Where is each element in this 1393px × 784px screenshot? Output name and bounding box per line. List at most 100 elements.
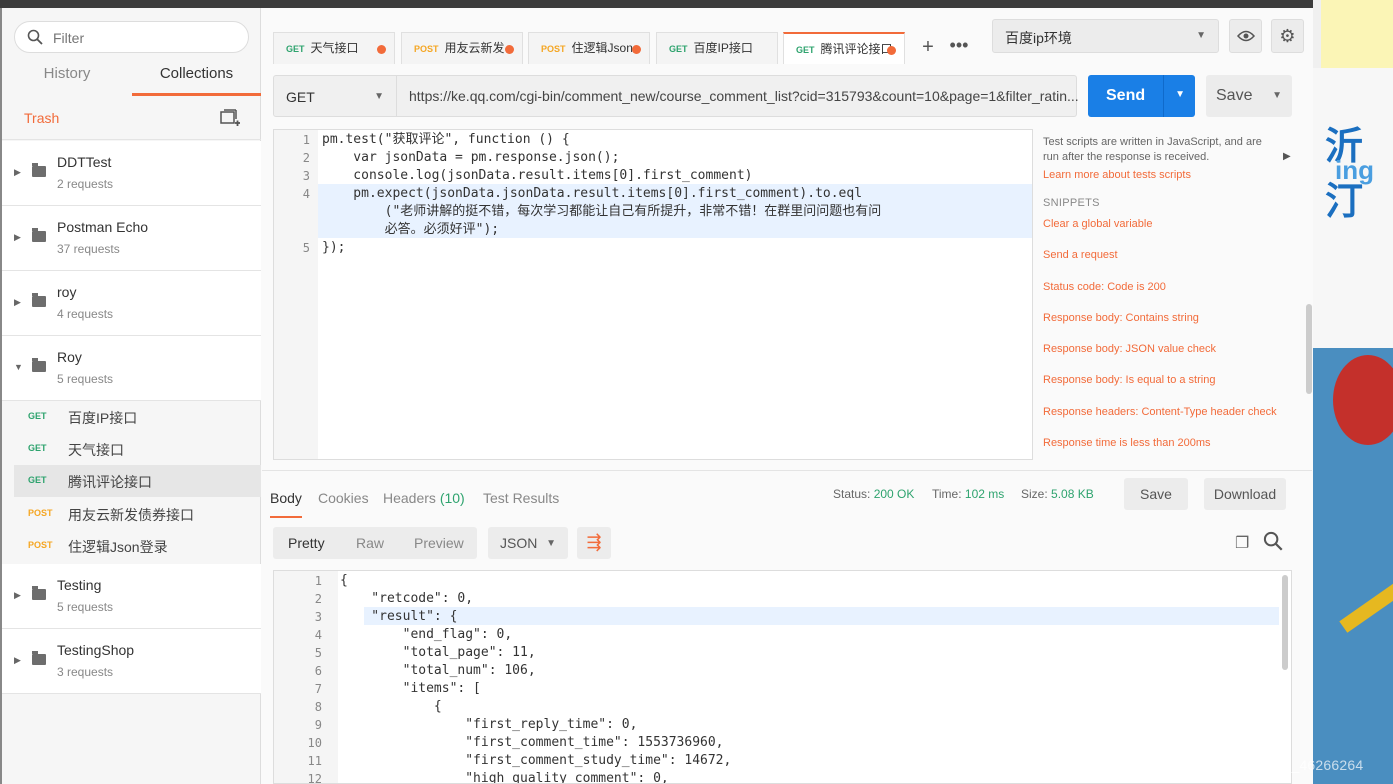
method-badge: GET xyxy=(796,45,815,55)
response-body[interactable]: 1{ 2 "retcode": 0, 3 "result": { 4 "end_… xyxy=(273,570,1292,784)
collection-ddttest[interactable]: ▶ DDTTest 2 requests xyxy=(2,141,261,206)
collection-postman-echo[interactable]: ▶ Postman Echo 37 requests xyxy=(2,206,261,271)
tab-collections[interactable]: Collections xyxy=(132,60,261,96)
snippet-item[interactable]: Response headers: Content-Type header ch… xyxy=(1043,397,1293,428)
tab-weather[interactable]: GET 天气接口 xyxy=(273,32,395,64)
request-item[interactable]: POST 住逻辑Json登录 xyxy=(14,530,261,562)
learn-more-link[interactable]: Learn more about tests scripts xyxy=(1043,169,1293,181)
tab-baidu-ip[interactable]: GET 百度IP接口 xyxy=(656,32,778,64)
request-tabs: GET 天气接口 POST 用友云新发 POST 住逻辑Json GET 百度IP接口 … xyxy=(262,8,982,68)
scrollbar-thumb[interactable] xyxy=(1306,304,1312,394)
url-input[interactable]: https://ke.qq.com/cgi-bin/comment_new/co… xyxy=(397,75,1079,117)
folder-icon xyxy=(32,586,46,600)
status-value: 200 OK xyxy=(873,487,915,501)
line-text: }); xyxy=(322,240,346,255)
line-text: "total_page": 11, xyxy=(340,645,536,660)
wrap-lines-icon[interactable]: ⇶ xyxy=(577,527,611,559)
tests-editor[interactable]: 1 pm.test("获取评论", function () { 2 var jso… xyxy=(273,129,1033,460)
collection-name: DDTTest xyxy=(57,154,112,170)
scrollbar[interactable] xyxy=(1305,129,1313,469)
request-item[interactable]: POST 用友云新发债券接口 xyxy=(14,498,261,530)
tab-body[interactable]: Body xyxy=(270,490,302,518)
chevron-right-icon[interactable]: ▶ xyxy=(14,232,21,243)
chevron-down-icon[interactable]: ▼ xyxy=(14,362,23,372)
tab-history[interactable]: History xyxy=(2,60,132,96)
collection-roy-lower[interactable]: ▶ roy 4 requests xyxy=(2,271,261,336)
background-photo: 沂汀 ing xyxy=(1313,0,1393,784)
tab-yonyou[interactable]: POST 用友云新发 xyxy=(401,32,523,64)
send-button[interactable]: Send ▼ xyxy=(1088,75,1195,117)
collection-roy[interactable]: ▼ Roy 5 requests xyxy=(2,336,261,401)
tab-label: 住逻辑Json xyxy=(571,41,633,55)
sidebar-tabs: History Collections xyxy=(2,60,261,96)
copy-icon[interactable]: ❐ xyxy=(1235,533,1249,553)
tab-json-login[interactable]: POST 住逻辑Json xyxy=(528,32,650,64)
mode-preview[interactable]: Preview xyxy=(414,535,464,551)
snippet-item[interactable]: Response body: JSON value check xyxy=(1043,334,1293,365)
line-text: var jsonData = pm.response.json(); xyxy=(322,150,620,165)
snippet-item[interactable]: Response time is less than 200ms xyxy=(1043,428,1293,459)
line-number: 4 xyxy=(314,628,322,642)
collection-count: 37 requests xyxy=(57,242,120,256)
chevron-right-icon[interactable]: ▶ xyxy=(14,655,21,666)
snippet-item[interactable]: Status code: Code is 200 xyxy=(1043,272,1293,303)
download-button[interactable]: Download xyxy=(1204,478,1286,510)
json-line: 5 "total_page": 11, xyxy=(274,644,1291,662)
method-badge: POST xyxy=(541,44,566,54)
json-line: 1{ xyxy=(274,572,1291,590)
collapse-snippets-icon[interactable]: ▶ xyxy=(1283,151,1291,162)
chevron-right-icon[interactable]: ▶ xyxy=(14,590,21,601)
scrollbar-thumb[interactable] xyxy=(1282,575,1288,670)
tab-test-results[interactable]: Test Results xyxy=(483,490,559,506)
line-text: "result": { xyxy=(340,609,458,624)
collection-count: 5 requests xyxy=(57,600,114,614)
trash-row[interactable]: Trash xyxy=(2,100,261,140)
new-tab-button[interactable]: + xyxy=(914,34,942,62)
method-select[interactable]: GET ▼ xyxy=(273,75,397,117)
response-scrollbar[interactable] xyxy=(1282,575,1289,775)
more-tabs-button[interactable]: ••• xyxy=(944,34,974,62)
collection-testing[interactable]: ▶ Testing 5 requests xyxy=(2,564,261,629)
filter-box[interactable] xyxy=(14,21,249,53)
mode-pretty[interactable]: Pretty xyxy=(288,535,325,551)
send-label: Send xyxy=(1106,87,1146,104)
snippet-item[interactable]: Response body: Contains string xyxy=(1043,303,1293,334)
line-number: 2 xyxy=(302,151,310,165)
chevron-right-icon[interactable]: ▶ xyxy=(14,297,21,308)
format-select[interactable]: JSON ▼ xyxy=(488,527,568,559)
eye-icon[interactable] xyxy=(1229,19,1262,53)
chevron-right-icon[interactable]: ▶ xyxy=(14,167,21,178)
request-item[interactable]: GET 天气接口 xyxy=(14,433,261,465)
sidebar: History Collections Trash ▶ DDTTest 2 re… xyxy=(2,8,261,784)
tab-headers[interactable]: Headers (10) xyxy=(383,490,465,506)
collection-count: 3 requests xyxy=(57,665,114,679)
tab-tencent-comment[interactable]: GET 腾讯评论接口 xyxy=(783,32,905,64)
snippet-item[interactable]: Response body: Is equal to a string xyxy=(1043,365,1293,396)
snippet-item[interactable]: Clear a global variable xyxy=(1043,209,1293,240)
request-item[interactable]: GET 百度IP接口 xyxy=(14,401,261,433)
json-line: 9 "first_reply_time": 0, xyxy=(274,716,1291,734)
snippet-item[interactable]: Send a request xyxy=(1043,240,1293,271)
line-number: 8 xyxy=(314,700,322,714)
trash-label[interactable]: Trash xyxy=(24,110,59,126)
request-item-selected[interactable]: GET 腾讯评论接口 xyxy=(14,465,261,497)
caret-down-icon[interactable]: ▼ xyxy=(1175,89,1185,100)
mode-raw[interactable]: Raw xyxy=(356,535,384,551)
caret-down-icon[interactable]: ▼ xyxy=(1272,90,1282,101)
save-button[interactable]: Save ▼ xyxy=(1206,75,1292,117)
tab-cookies[interactable]: Cookies xyxy=(318,490,369,506)
filter-input[interactable] xyxy=(53,28,243,48)
folder-icon xyxy=(32,358,46,372)
collection-testingshop[interactable]: ▶ TestingShop 3 requests xyxy=(2,629,261,694)
line-number: 11 xyxy=(307,754,322,768)
environment-select[interactable]: 百度ip环境 ▼ xyxy=(992,19,1219,53)
save-response-button[interactable]: Save xyxy=(1124,478,1188,510)
tab-label: 百度IP接口 xyxy=(693,41,753,55)
code-line: 必答。必须好评"); xyxy=(274,221,1032,239)
time-label: Time: xyxy=(932,487,962,501)
gear-icon[interactable]: ⚙ xyxy=(1271,19,1304,53)
search-icon[interactable] xyxy=(1263,531,1283,551)
line-text: pm.expect(jsonData.jsonData.result.items… xyxy=(322,186,863,201)
new-collection-icon[interactable] xyxy=(220,109,240,127)
request-name: 腾讯评论接口 xyxy=(68,474,152,490)
